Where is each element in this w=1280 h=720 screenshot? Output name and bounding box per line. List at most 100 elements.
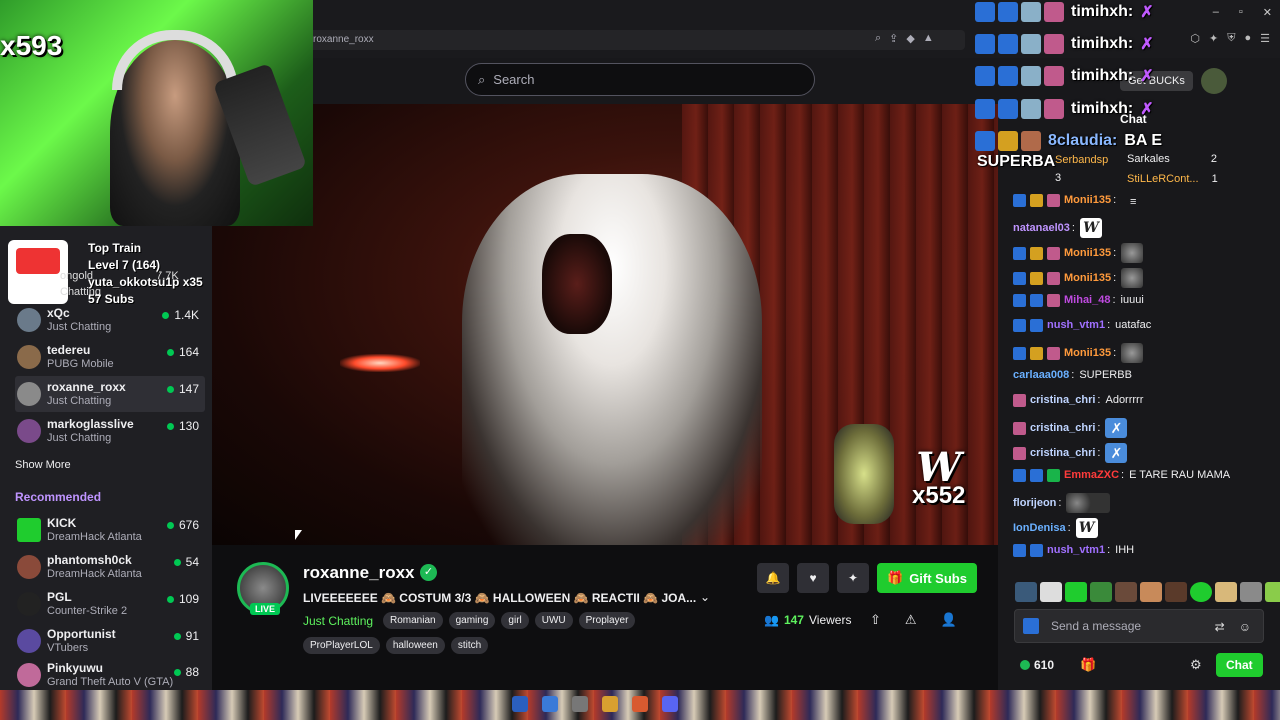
chat-username[interactable]: Monii135 <box>1064 271 1111 285</box>
faces-emote-icon <box>1066 493 1111 513</box>
stream-title: LIVEEEEEEE 🙈 COSTUM 3/3 🙈 HALLOWEEN 🙈 RE… <box>303 591 697 605</box>
gift-subs-button[interactable]: 🎁 Gift Subs <box>877 563 977 593</box>
follow-button[interactable]: ♥ <box>797 563 829 593</box>
chat-username[interactable]: Monii135 <box>1064 246 1111 260</box>
taskbar-app-icon[interactable] <box>572 696 588 712</box>
tag[interactable]: UWU <box>534 612 573 629</box>
gear-icon[interactable]: ⚙ <box>1190 657 1202 673</box>
chat-username[interactable]: Mihai_48 <box>1064 293 1110 307</box>
rewards-icon[interactable]: ▲ <box>923 32 934 45</box>
chat-badge-icon <box>1013 246 1026 260</box>
chat-username[interactable]: cristina_chri <box>1030 393 1095 407</box>
channel-name-heading[interactable]: roxanne_roxx <box>303 563 415 583</box>
chat-username[interactable]: Monii135 <box>1064 346 1111 360</box>
emote-icon[interactable] <box>1215 582 1237 602</box>
emoji-icon[interactable]: ☺ <box>1239 620 1251 634</box>
emote-icon[interactable] <box>1165 582 1187 602</box>
channel-name: phantomsh0ck <box>47 553 132 567</box>
user-add-icon[interactable]: 👤 <box>941 612 957 628</box>
search-input[interactable]: ⌕ Search <box>465 63 815 96</box>
sidebar-item-phantomsh0ck[interactable]: phantomsh0ck DreamHack Atlanta 54 <box>15 549 205 585</box>
chat-username[interactable]: IonDenisa <box>1013 521 1066 535</box>
emote-icon[interactable] <box>1065 582 1087 602</box>
taskbar-app-icon[interactable] <box>632 696 648 712</box>
sidebar-item-pgl[interactable]: PGL Counter-Strike 2 109 <box>15 586 205 622</box>
chat-username[interactable]: natanael03 <box>1013 221 1070 235</box>
address-bar[interactable]: roxanne_roxx <box>305 30 965 50</box>
users-icon: 👥 <box>764 613 779 627</box>
channel-name: PGL <box>47 590 72 604</box>
tag[interactable]: stitch <box>450 637 489 654</box>
gift-subs-label: Gift Subs <box>909 570 967 586</box>
chat-message: Mihai_48: iuuui <box>1013 293 1144 307</box>
emote-icon[interactable] <box>1240 582 1262 602</box>
gift-icon[interactable]: 🎁 <box>1080 657 1096 673</box>
chat-username[interactable]: carlaaa008 <box>1013 368 1069 382</box>
taskbar-app-icon[interactable] <box>662 696 678 712</box>
filter-icon[interactable]: ≡ <box>1130 196 1136 208</box>
chat-username[interactable]: EmmaZXC <box>1064 468 1119 482</box>
tag[interactable]: ProPlayerLOL <box>303 637 380 654</box>
video-player[interactable]: W x552 <box>212 104 998 545</box>
sidebar-item-roxanne-roxx[interactable]: roxanne_roxx Just Chatting 147 <box>15 376 205 412</box>
chat-message: EmmaZXC: E TARE RAU MAMA <box>1013 468 1230 482</box>
sidebar-item-pinkyuwu[interactable]: Pinkyuwu Grand Theft Auto V (GTA) 88 <box>15 659 205 690</box>
viewer-number: 147 <box>783 613 804 627</box>
sidebar-item-kick[interactable]: KICK DreamHack Atlanta 676 <box>15 512 205 548</box>
tag[interactable]: Romanian <box>383 612 443 629</box>
chat-input[interactable]: Send a message ⇄ ☺ <box>1014 609 1264 643</box>
channel-points[interactable]: 610 <box>1020 658 1054 672</box>
notification-bell-button[interactable]: 🔔 <box>757 563 789 593</box>
stream-category[interactable]: Just Chatting <box>303 614 373 628</box>
screen: roxanne_roxx ⌕ ⇪ ◆ ▲ – ▫ ✕ ⬡ ✦ ⛨ ● ☰ ⌕ S… <box>0 0 1280 720</box>
chat-username[interactable]: nush_vtm1 <box>1047 543 1105 557</box>
tag[interactable]: girl <box>501 612 529 629</box>
windows-start-icon[interactable] <box>512 696 528 712</box>
tag[interactable]: gaming <box>448 612 496 629</box>
overlay-emote: ✗ <box>1140 68 1154 85</box>
chat-username[interactable]: Monii135 <box>1064 193 1111 207</box>
sparkle-button[interactable]: ✦ <box>837 563 869 593</box>
search-icon: ⌕ <box>478 71 486 87</box>
chat-send-button[interactable]: Chat <box>1216 653 1263 677</box>
chat-badge-icon <box>1047 193 1060 207</box>
sidebar-item-opportunist[interactable]: Opportunist VTubers 91 <box>15 623 205 659</box>
emote-icon[interactable] <box>1190 582 1212 602</box>
emote-icon[interactable] <box>1115 582 1137 602</box>
sidebar-item-markoglasslive[interactable]: markoglasslive Just Chatting 130 <box>15 413 205 449</box>
channel-viewers: 109 <box>167 592 199 606</box>
report-icon[interactable]: ⚠ <box>905 612 917 628</box>
train-level: Level 7 (164) <box>88 258 161 272</box>
sidebar-item-tedereu[interactable]: tedereu PUBG Mobile 164 <box>15 339 205 375</box>
share-icon[interactable]: ⇧ <box>870 612 881 628</box>
monkey-emote-icon <box>1121 243 1144 263</box>
share-icon[interactable]: ⇪ <box>889 32 898 45</box>
emote-icon[interactable] <box>1140 582 1162 602</box>
overlay-user: timihxh: <box>1071 35 1134 52</box>
emote-icon[interactable] <box>1265 582 1280 602</box>
chat-username[interactable]: cristina_chri <box>1030 446 1095 460</box>
show-more-link[interactable]: Show More <box>15 459 71 471</box>
emote-icon[interactable] <box>1090 582 1112 602</box>
emote-icon[interactable] <box>1040 582 1062 602</box>
tag[interactable]: Proplayer <box>578 612 636 629</box>
translate-icon[interactable]: ⇄ <box>1215 620 1225 634</box>
chat-username[interactable]: florijeon <box>1013 496 1056 510</box>
chat-badge-icon <box>1047 271 1060 285</box>
chevron-down-icon[interactable]: ⌄ <box>700 590 710 604</box>
taskbar-app-icon[interactable] <box>542 696 558 712</box>
taskbar-icons <box>512 696 678 712</box>
chat-text: IHH <box>1115 544 1135 556</box>
sidebar-item-xqc[interactable]: xQc Just Chatting 1.4K <box>15 302 205 338</box>
taskbar-app-icon[interactable] <box>602 696 618 712</box>
stream-tags-row2: ProPlayerLOL halloween stitch <box>303 637 489 654</box>
brave-shield-icon[interactable]: ◆ <box>906 32 914 45</box>
chat-colon: : <box>1097 394 1101 406</box>
tag[interactable]: halloween <box>385 637 445 654</box>
emote-icon[interactable] <box>1015 582 1037 602</box>
chat-username[interactable]: cristina_chri <box>1030 421 1095 435</box>
zoom-icon[interactable]: ⌕ <box>875 32 881 45</box>
chat-username[interactable]: nush_vtm1 <box>1047 318 1105 332</box>
video-lamp <box>340 354 420 372</box>
chat-badge-icon <box>1030 468 1043 482</box>
